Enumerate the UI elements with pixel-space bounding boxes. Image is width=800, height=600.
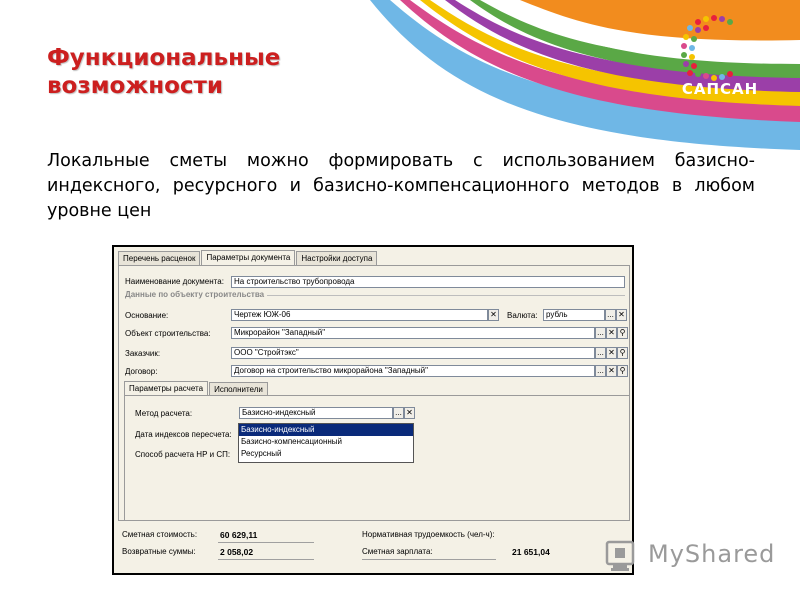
- watermark-text-my: My: [648, 540, 685, 568]
- document-name-label: Наименование документа:: [125, 277, 224, 286]
- basis-label: Основание:: [125, 311, 169, 320]
- basis-input[interactable]: Чертеж ЮЖ-06: [231, 309, 488, 321]
- index-date-label: Дата индексов пересчета:: [135, 430, 232, 439]
- method-option-basis-compensation[interactable]: Базисно-компенсационный: [239, 436, 413, 448]
- labor-label: Нормативная трудоемкость (чел-ч):: [362, 530, 495, 539]
- customer-label: Заказчик:: [125, 349, 161, 358]
- watermark-text-rest: Shared: [684, 540, 776, 568]
- customer-open-icon[interactable]: ⚲: [617, 347, 628, 359]
- currency-select-button[interactable]: ...: [605, 309, 616, 321]
- contract-clear-button[interactable]: ✕: [606, 365, 617, 377]
- estimate-cost-underline: [218, 542, 314, 543]
- salary-label: Сметная зарплата:: [362, 547, 433, 556]
- np-sp-label: Способ расчета НР и СП:: [135, 450, 231, 459]
- currency-input[interactable]: рубль: [543, 309, 605, 321]
- method-select[interactable]: Базисно-индексный: [239, 407, 393, 419]
- logo-text: САПСАН: [681, 80, 759, 98]
- calc-subtabs: Параметры расчета Исполнители: [124, 381, 269, 396]
- customer-select-button[interactable]: ...: [595, 347, 606, 359]
- tab-calc-params[interactable]: Параметры расчета: [124, 381, 209, 396]
- tab-document-params[interactable]: Параметры документа: [201, 250, 296, 265]
- estimate-cost-label: Сметная стоимость:: [122, 530, 198, 539]
- object-clear-button[interactable]: ✕: [606, 327, 617, 339]
- contract-input[interactable]: Договор на строительство микрорайона "За…: [231, 365, 595, 377]
- document-tabs: Перечень расценок Параметры документа На…: [118, 250, 378, 265]
- method-dropdown-list: Базисно-индексный Базисно-компенсационны…: [238, 423, 414, 463]
- contract-label: Договор:: [125, 367, 158, 376]
- contract-select-button[interactable]: ...: [595, 365, 606, 377]
- tab-performers[interactable]: Исполнители: [209, 382, 268, 396]
- method-select-button[interactable]: ...: [393, 407, 404, 419]
- method-option-resource[interactable]: Ресурсный: [239, 448, 413, 460]
- returnable-value: 2 058,02: [220, 547, 254, 557]
- slide-title: Функциональные возможности: [47, 44, 367, 100]
- slide-description: Локальные сметы можно формировать с испо…: [47, 151, 755, 221]
- currency-label: Валюта:: [507, 311, 538, 320]
- tab-access-settings[interactable]: Настройки доступа: [296, 251, 378, 265]
- returnable-label: Возвратные суммы:: [122, 547, 196, 556]
- customer-clear-button[interactable]: ✕: [606, 347, 617, 359]
- salary-value: 21 651,04: [512, 547, 550, 557]
- object-section-header: Данные по объекту строительства: [125, 290, 625, 300]
- object-input[interactable]: Микрорайон "Западный": [231, 327, 595, 339]
- object-label: Объект строительства:: [125, 329, 211, 338]
- method-option-basis-index[interactable]: Базисно-индексный: [239, 424, 413, 436]
- basis-clear-button[interactable]: ✕: [488, 309, 499, 321]
- object-section-label: Данные по объекту строительства: [125, 290, 268, 299]
- method-clear-button[interactable]: ✕: [404, 407, 415, 419]
- tab-price-list[interactable]: Перечень расценок: [118, 251, 201, 265]
- estimate-document-window: Перечень расценок Параметры документа На…: [112, 245, 634, 575]
- salary-label-underline: [362, 559, 496, 560]
- slide-title-line2: возможности: [47, 73, 223, 99]
- customer-input[interactable]: ООО "Стройтэкс": [231, 347, 595, 359]
- contract-open-icon[interactable]: ⚲: [617, 365, 628, 377]
- currency-clear-button[interactable]: ✕: [616, 309, 627, 321]
- watermark-text: MyShared: [648, 540, 775, 568]
- returnable-underline: [218, 559, 314, 560]
- object-select-button[interactable]: ...: [595, 327, 606, 339]
- slide-title-line1: Функциональные: [47, 45, 281, 71]
- object-open-icon[interactable]: ⚲: [617, 327, 628, 339]
- estimate-cost-value: 60 629,11: [220, 530, 258, 540]
- document-name-input[interactable]: На строительство трубопровода: [231, 276, 625, 288]
- method-label: Метод расчета:: [135, 409, 193, 418]
